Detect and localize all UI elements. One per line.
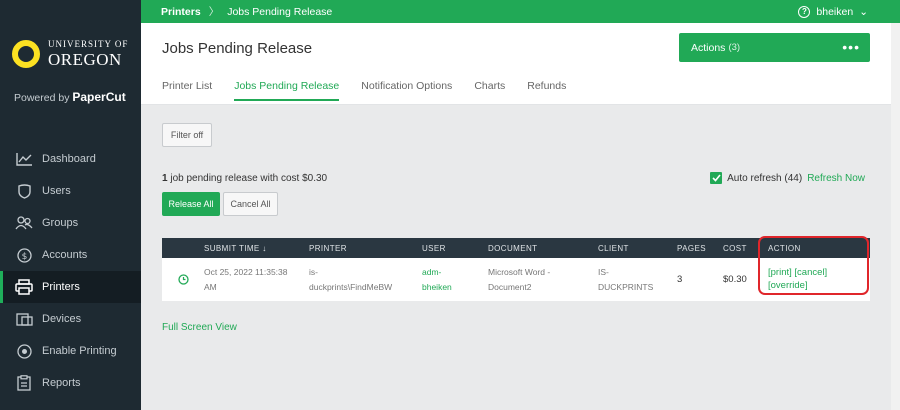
device-icon bbox=[15, 311, 33, 327]
header-printer[interactable]: PRINTER bbox=[309, 244, 422, 253]
header-client[interactable]: CLIENT bbox=[598, 244, 677, 253]
refresh-now-link[interactable]: Refresh Now bbox=[807, 173, 865, 184]
clock-icon bbox=[177, 274, 189, 285]
top-bar: Printers 〉 Jobs Pending Release ? bheike… bbox=[141, 0, 900, 23]
header-submit-time[interactable]: SUBMIT TIME ↓ bbox=[204, 244, 309, 253]
action-highlight-annotation bbox=[758, 236, 869, 295]
sidebar-item-reports[interactable]: Reports bbox=[0, 367, 141, 399]
breadcrumb-printers[interactable]: Printers bbox=[141, 6, 201, 18]
chart-line-icon bbox=[15, 151, 33, 167]
user-menu[interactable]: ? bheiken ⌄ bbox=[798, 5, 868, 18]
sidebar: UNIVERSITY OF OREGON Powered by PaperCut… bbox=[0, 0, 141, 410]
cell-pages: 3 bbox=[677, 274, 683, 285]
page-header: Jobs Pending Release Actions (3) ••• Pri… bbox=[141, 23, 891, 105]
powered-by: Powered by PaperCut bbox=[14, 90, 126, 104]
logo-line2: OREGON bbox=[48, 50, 122, 69]
tab-bar: Printer List Jobs Pending Release Notifi… bbox=[162, 80, 566, 101]
cell-user-link[interactable]: adm- bheiken bbox=[422, 267, 488, 292]
sidebar-item-accounts[interactable]: $ Accounts bbox=[0, 239, 141, 271]
papercut-brand: PaperCut bbox=[72, 90, 126, 104]
actions-button[interactable]: Actions (3) ••• bbox=[679, 33, 870, 62]
cell-document: Microsoft Word - Document2 bbox=[488, 267, 551, 292]
printer-icon bbox=[15, 279, 33, 295]
sidebar-item-groups[interactable]: Groups bbox=[0, 207, 141, 239]
actions-count: (3) bbox=[728, 42, 741, 53]
header-user[interactable]: USER bbox=[422, 244, 488, 253]
checkmark-icon bbox=[712, 174, 721, 182]
page-title: Jobs Pending Release bbox=[162, 40, 313, 57]
sidebar-item-devices[interactable]: Devices bbox=[0, 303, 141, 335]
logo-line1: UNIVERSITY OF bbox=[48, 39, 129, 49]
page-scrollbar[interactable] bbox=[891, 23, 900, 410]
sidebar-item-printers[interactable]: Printers bbox=[0, 271, 141, 303]
header-document[interactable]: DOCUMENT bbox=[488, 244, 598, 253]
auto-refresh-label: Auto refresh (44) bbox=[727, 172, 803, 184]
tab-refunds[interactable]: Refunds bbox=[527, 80, 566, 101]
auto-refresh: Auto refresh (44) Refresh Now bbox=[710, 172, 865, 184]
cell-submit-time: Oct 25, 2022 11:35:38 AM bbox=[204, 267, 288, 292]
cell-printer: is- duckprints\FindMeBW bbox=[309, 267, 393, 292]
svg-text:$: $ bbox=[21, 252, 27, 262]
dollar-icon: $ bbox=[15, 247, 33, 263]
username: bheiken bbox=[816, 5, 854, 18]
cell-client: IS- DUCKPRINTS bbox=[598, 267, 654, 292]
pending-summary: 1 job pending release with cost $0.30 bbox=[162, 173, 328, 184]
power-icon bbox=[15, 343, 33, 359]
university-logo[interactable]: UNIVERSITY OF OREGON bbox=[12, 40, 128, 68]
tab-notification-options[interactable]: Notification Options bbox=[361, 80, 452, 101]
full-screen-view-link[interactable]: Full Screen View bbox=[162, 322, 237, 333]
breadcrumb-current: Jobs Pending Release bbox=[227, 5, 333, 18]
tab-jobs-pending-release[interactable]: Jobs Pending Release bbox=[234, 80, 340, 101]
sidebar-nav: Dashboard Users Groups $ Accounts Printe… bbox=[0, 143, 141, 399]
header-pages[interactable]: PAGES bbox=[677, 244, 723, 253]
oregon-o-icon bbox=[12, 40, 40, 68]
shield-icon bbox=[15, 183, 33, 199]
sidebar-item-users[interactable]: Users bbox=[0, 175, 141, 207]
users-icon bbox=[15, 215, 33, 231]
sidebar-item-dashboard[interactable]: Dashboard bbox=[0, 143, 141, 175]
clipboard-icon bbox=[15, 375, 33, 391]
more-dots-icon[interactable]: ••• bbox=[842, 39, 860, 55]
filter-button[interactable]: Filter off bbox=[162, 123, 212, 147]
release-all-button[interactable]: Release All bbox=[162, 192, 220, 216]
sidebar-item-enable-printing[interactable]: Enable Printing bbox=[0, 335, 141, 367]
tab-printer-list[interactable]: Printer List bbox=[162, 80, 212, 101]
breadcrumb-separator-icon: 〉 bbox=[208, 6, 220, 18]
auto-refresh-checkbox[interactable] bbox=[710, 172, 723, 184]
chevron-down-icon: ⌄ bbox=[859, 5, 868, 18]
cancel-all-button[interactable]: Cancel All bbox=[223, 192, 278, 216]
help-icon[interactable]: ? bbox=[798, 5, 811, 18]
tab-charts[interactable]: Charts bbox=[474, 80, 505, 101]
